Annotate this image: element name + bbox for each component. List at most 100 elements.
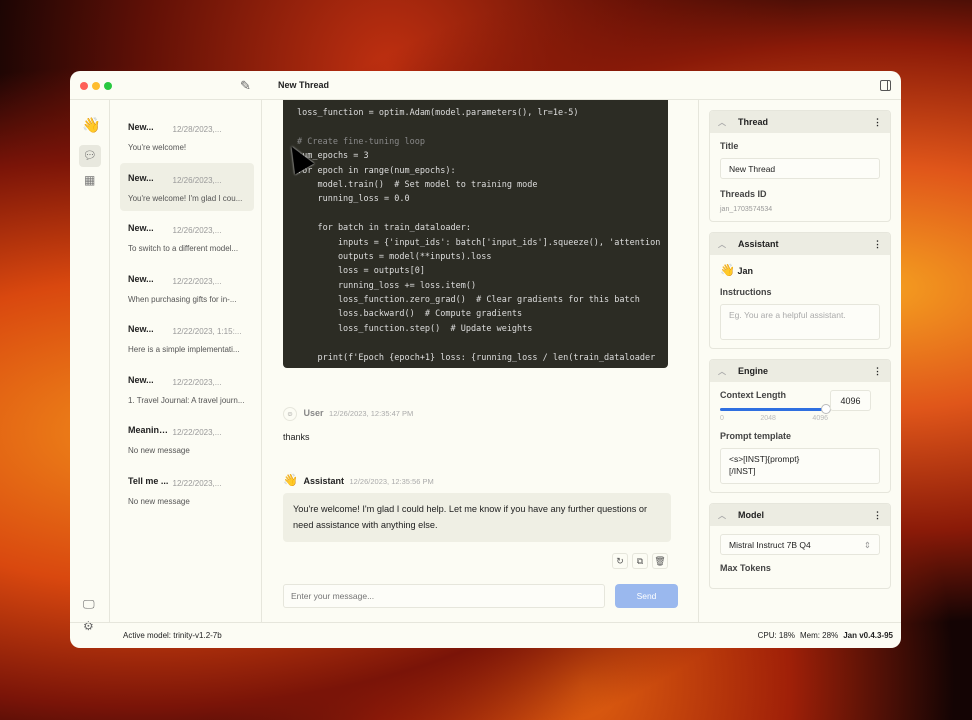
context-length-slider[interactable] [720, 404, 831, 414]
hub-grid-icon[interactable]: ▦ [84, 173, 95, 187]
close-window-button[interactable] [80, 82, 88, 90]
assistant-avatar-icon: 👋 [283, 473, 298, 487]
thread-title: Tell me ... [128, 475, 169, 486]
code-line: loss.backward() # Compute gradients [297, 309, 523, 320]
thread-list: New... 12/28/2023,... You're welcome! New.… [110, 100, 262, 622]
thread-item[interactable]: Tell me ... 12/22/2023,... No new message [120, 466, 254, 514]
more-menu-icon[interactable]: ⋮ [873, 117, 882, 128]
active-model: Active model: trinity-v1.2-7b [123, 631, 222, 640]
thread-date: 12/26/2023,... [172, 226, 222, 235]
section-title: Engine [738, 366, 769, 376]
thread-item[interactable]: New... 12/22/2023,... 1. Travel Journal: … [120, 365, 254, 413]
model-section: ︿ Model ⋮ Mistral Instruct 7B Q4 ⇕ Max Toke… [709, 503, 891, 589]
message-input[interactable] [283, 584, 605, 608]
user-avatar-icon: ☺ [283, 407, 297, 421]
thread-preview: To switch to a different model... [128, 244, 239, 253]
code-line: for batch in train_dataloader: [297, 223, 471, 234]
title-label: Title [720, 141, 739, 151]
message-time: 12/26/2023, 12:35:56 PM [349, 477, 434, 486]
engine-section-header[interactable]: ︿ Engine ⋮ [710, 360, 890, 382]
instructions-textarea[interactable]: Eg. You are a helpful assistant. [720, 304, 880, 340]
code-line: for epoch in range(num_epochs): [297, 165, 456, 176]
minimize-window-button[interactable] [92, 82, 100, 90]
context-length-input[interactable]: 4096 [830, 390, 871, 411]
code-block: loss_function = optim.Adam(model.paramet… [283, 100, 668, 368]
more-menu-icon[interactable]: ⋮ [873, 366, 882, 377]
title-bar: ✎ New Thread [70, 71, 901, 100]
message-actions: ↻ ⧉ 🗑︎ [612, 553, 668, 569]
monitor-icon[interactable]: 🖵 [83, 597, 95, 612]
slider-tick: 2048 [760, 415, 776, 422]
max-tokens-label: Max Tokens [720, 563, 771, 573]
thread-section-header[interactable]: ︿ Thread ⋮ [710, 111, 890, 133]
chat-area: loss_function = optim.Adam(model.paramet… [262, 100, 699, 622]
thread-item[interactable]: New... 12/22/2023, 1:15:... Here is a sim… [120, 314, 254, 362]
thread-date: 12/22/2023,... [172, 377, 222, 387]
thread-title: New... [128, 223, 154, 233]
thread-date: 12/28/2023,... [172, 125, 222, 134]
new-thread-icon[interactable]: ✎ [240, 78, 251, 94]
chevron-up-icon: ︿ [718, 510, 726, 520]
thread-preview: You're welcome! I'm glad I cou... [128, 193, 243, 203]
thread-item[interactable]: New... 12/28/2023,... You're welcome! [120, 112, 254, 160]
model-select-value: Mistral Instruct 7B Q4 [729, 540, 811, 550]
thread-item[interactable]: Meaning ... 12/22/2023,... No new message [120, 415, 254, 463]
maximize-window-button[interactable] [104, 82, 112, 90]
thread-item[interactable]: New... 12/26/2023,... To switch to a diff… [120, 213, 254, 261]
send-button[interactable]: Send [615, 584, 678, 608]
thread-date: 12/22/2023, 1:15:... [172, 327, 242, 336]
thread-date: 12/22/2023,... [172, 428, 222, 437]
message-user: ☺ User 12/26/2023, 12:35:47 PM thanks [283, 407, 413, 442]
cpu-usage: CPU: 18% [757, 631, 795, 640]
thread-date: 12/22/2023,... [172, 276, 222, 286]
code-line: loss_function.zero_grad() # Clear gradie… [297, 295, 640, 306]
prompt-template-textarea[interactable]: <s>[INST]{prompt} [/INST] [720, 448, 880, 484]
code-line: loss = outputs[0] [297, 266, 425, 277]
chat-icon[interactable]: 💬︎ [79, 145, 101, 167]
thread-title: New... [128, 172, 154, 183]
message-text: You're welcome! I'm glad I could help. L… [283, 493, 671, 542]
message-author: Assistant [303, 476, 344, 486]
code-line: num_epochs = 3 [297, 151, 369, 162]
thread-id-label: Threads ID [720, 189, 767, 199]
thread-preview: 1. Travel Journal: A travel journ... [128, 395, 245, 405]
chevron-up-icon: ︿ [718, 117, 726, 127]
thread-section: ︿ Thread ⋮ Title New Thread Threads ID jan… [709, 110, 891, 222]
thread-preview: No new message [128, 446, 190, 455]
model-select[interactable]: Mistral Instruct 7B Q4 ⇕ [720, 534, 880, 555]
code-line: model.train() # Set model to training mo… [297, 179, 538, 190]
more-menu-icon[interactable]: ⋮ [873, 510, 882, 521]
slider-tick: 4096 [812, 415, 828, 422]
thread-title: New... [128, 273, 154, 284]
message-author: User [303, 408, 324, 418]
assistant-section-header[interactable]: ︿ Assistant ⋮ [710, 233, 890, 255]
message-assistant: 👋 Assistant 12/26/2023, 12:35:56 PM You'… [283, 473, 671, 542]
assistant-name: Jan [737, 266, 753, 276]
model-section-header[interactable]: ︿ Model ⋮ [710, 504, 890, 526]
code-line: outputs = model(**inputs).loss [297, 251, 492, 262]
thread-title-input[interactable]: New Thread [720, 158, 880, 179]
window-title: New Thread [278, 80, 330, 90]
chevron-up-icon: ︿ [718, 366, 726, 376]
thread-item[interactable]: New... 12/22/2023,... When purchasing gif… [120, 264, 254, 312]
jan-logo-icon[interactable]: 👋 [82, 116, 101, 134]
select-chevrons-icon: ⇕ [863, 540, 871, 550]
more-menu-icon[interactable]: ⋮ [873, 239, 882, 250]
app-version: Jan v0.4.3-95 [843, 631, 893, 640]
prompt-template-label: Prompt template [720, 431, 792, 441]
thread-preview: No new message [128, 496, 190, 506]
toggle-panel-icon[interactable] [880, 80, 891, 91]
regenerate-icon[interactable]: ↻ [612, 553, 628, 569]
settings-panel: ︿ Thread ⋮ Title New Thread Threads ID jan… [699, 100, 901, 622]
delete-icon[interactable]: 🗑︎ [652, 553, 668, 569]
engine-section: ︿ Engine ⋮ Context Length 0 2048 4096 4096 P… [709, 359, 891, 493]
thread-title: New... [128, 374, 154, 385]
icon-rail: 👋 💬︎ ▦ 🖵 ⚙ [70, 100, 110, 633]
thread-item[interactable]: New... 12/26/2023,... You're welcome! I'm… [120, 162, 254, 211]
chevron-up-icon: ︿ [718, 239, 726, 249]
message-time: 12/26/2023, 12:35:47 PM [329, 409, 414, 418]
copy-icon[interactable]: ⧉ [632, 553, 648, 569]
thread-date: 12/22/2023,... [172, 478, 222, 488]
